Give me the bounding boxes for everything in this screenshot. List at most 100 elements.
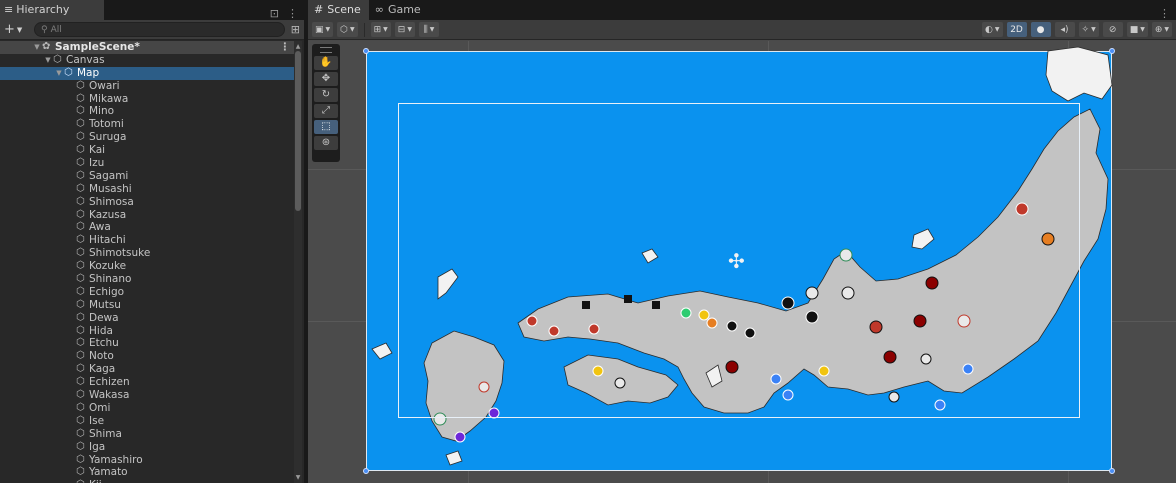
rotate-tool-button[interactable]: ↻ bbox=[314, 88, 338, 102]
hierarchy-toolbar: + ▼ ⚲ All ⊞ bbox=[0, 20, 304, 40]
tree-item-province[interactable]: ⬡ Hida bbox=[0, 325, 296, 338]
scroll-down-icon[interactable]: ▼ bbox=[294, 474, 302, 481]
tree-item-province[interactable]: ⬡Kii bbox=[0, 479, 296, 483]
tree-item-province[interactable]: ⬡ Wakasa bbox=[0, 389, 296, 402]
province-label: Mino bbox=[89, 105, 115, 118]
tool-handle-button[interactable]: ▣ ▼ bbox=[312, 22, 334, 37]
rect-handle-top-left[interactable] bbox=[363, 48, 369, 54]
hierarchy-scrollbar[interactable]: ▲ ▼ bbox=[294, 41, 302, 483]
audio-toggle[interactable]: ◂) bbox=[1054, 22, 1075, 37]
tab-scene[interactable]: # Scene bbox=[308, 0, 369, 20]
province-label: Iga bbox=[89, 440, 106, 453]
grid-snap-button[interactable]: ⊞ ▼ bbox=[370, 22, 391, 37]
tree-item-province[interactable]: ⬡ Awa bbox=[0, 221, 296, 234]
scale-tool-button[interactable]: ⤢ bbox=[314, 104, 338, 118]
tree-item-province[interactable]: ⬡ Omi bbox=[0, 402, 296, 415]
kebab-icon[interactable]: ⋮ bbox=[287, 7, 298, 20]
shading-mode-button[interactable]: ◐ ▼ bbox=[982, 22, 1003, 37]
gameobject-cube-icon: ⬡ bbox=[76, 195, 85, 207]
gameobject-cube-icon: ⬡ bbox=[76, 169, 85, 181]
tree-item-province[interactable]: ⬡ Dewa bbox=[0, 312, 296, 325]
rect-handle-top-right[interactable] bbox=[1109, 48, 1115, 54]
scene-viewport[interactable]: ✣ ✋ ✥ ↻ ⤢ ⬚ ⊛ bbox=[308, 41, 1176, 483]
camera-button[interactable]: ■ ▼ bbox=[1126, 22, 1148, 37]
tree-item-province[interactable]: ⬡ Suruga bbox=[0, 131, 296, 144]
effects-button[interactable]: ✧ ▼ bbox=[1078, 22, 1099, 37]
lock-icon[interactable]: ⊡ bbox=[270, 7, 279, 20]
expand-arrow-icon[interactable]: ▼ bbox=[43, 54, 53, 67]
gameobject-cube-icon: ⬡ bbox=[76, 427, 85, 439]
tree-item-province[interactable]: ⬡ Shima bbox=[0, 428, 296, 441]
tree-item-province[interactable]: ⬡ Mikawa bbox=[0, 93, 296, 106]
pivot-gizmo-icon[interactable]: ✣ bbox=[728, 249, 745, 273]
province-label: Hida bbox=[89, 324, 113, 337]
tree-item-province[interactable]: ⬡ Hitachi bbox=[0, 234, 296, 247]
tree-item-province[interactable]: ⬡ Mino bbox=[0, 105, 296, 118]
gameobject-cube-icon: ⬡ bbox=[76, 466, 85, 478]
gameobject-cube-icon: ⬡ bbox=[76, 157, 85, 169]
gizmos-button[interactable]: ⊕ ▼ bbox=[1151, 22, 1172, 37]
map-label: Map bbox=[77, 66, 100, 79]
gameobject-cube-icon: ⬡ bbox=[64, 66, 73, 78]
rect-tool-button[interactable]: ⬚ bbox=[314, 120, 338, 134]
tree-item-province[interactable]: ⬡ Echigo bbox=[0, 286, 296, 299]
tree-item-province[interactable]: ⬡ Mutsu bbox=[0, 299, 296, 312]
tree-item-province[interactable]: ⬡ Iga bbox=[0, 441, 296, 454]
tree-item-province[interactable]: ⬡ Totomi bbox=[0, 118, 296, 131]
align-button[interactable]: ⫼ ▼ bbox=[418, 22, 439, 37]
tree-item-province[interactable]: ⬡ Izu bbox=[0, 157, 296, 170]
palette-grip[interactable] bbox=[320, 47, 332, 53]
toggle-2d-label: 2D bbox=[1010, 24, 1023, 35]
tree-item-province[interactable]: ⬡ Yamashiro bbox=[0, 454, 296, 467]
tree-item-map[interactable]: ▼ ⬡ Map bbox=[0, 66, 296, 80]
gameobject-cube-icon: ⬡ bbox=[76, 105, 85, 117]
scroll-thumb[interactable] bbox=[295, 51, 301, 211]
province-label: Shimotsuke bbox=[89, 247, 151, 260]
tree-item-province[interactable]: ⬡ Owari bbox=[0, 80, 296, 93]
gameobject-cube-icon: ⬡ bbox=[53, 53, 62, 65]
tab-hierarchy[interactable]: ≡ Hierarchy bbox=[0, 0, 104, 20]
tree-item-canvas[interactable]: ▼ ⬡ Canvas bbox=[0, 54, 296, 67]
gameobject-cube-icon: ⬡ bbox=[76, 247, 85, 259]
tree-item-province[interactable]: ⬡ Echizen bbox=[0, 376, 296, 389]
audio-icon: ◂) bbox=[1060, 24, 1069, 35]
gameobject-cube-icon: ⬡ bbox=[76, 273, 85, 285]
tree-item-province[interactable]: ⬡ Noto bbox=[0, 350, 296, 363]
tree-item-province[interactable]: ⬡ Kai bbox=[0, 144, 296, 157]
gameobject-cube-icon: ⬡ bbox=[76, 363, 85, 375]
tree-item-province[interactable]: ⬡ Kaga bbox=[0, 363, 296, 376]
hierarchy-panel: ≡ Hierarchy ⊡ ⋮ + ▼ ⚲ All ⊞ ▼ ✿ SampleSce… bbox=[0, 0, 306, 483]
add-button[interactable]: + ▼ bbox=[4, 22, 28, 37]
tree-item-province[interactable]: ⬡ Shimotsuke bbox=[0, 247, 296, 260]
tree-item-province[interactable]: ⬡ Kozuke bbox=[0, 260, 296, 273]
rect-handle-bottom-left[interactable] bbox=[363, 468, 369, 474]
gameobject-cube-icon: ⬡ bbox=[76, 79, 85, 91]
tree-item-province[interactable]: ⬡ Etchu bbox=[0, 337, 296, 350]
search-input[interactable]: ⚲ All bbox=[34, 22, 285, 37]
expand-arrow-icon[interactable]: ▼ bbox=[32, 41, 42, 54]
move-tool-button[interactable]: ✥ bbox=[314, 72, 338, 86]
tree-item-province[interactable]: ⬡ Ise bbox=[0, 415, 296, 428]
rect-handle-bottom-right[interactable] bbox=[1109, 468, 1115, 474]
tree-item-province[interactable]: ⬡ Yamato bbox=[0, 466, 296, 479]
tool-pivot-button[interactable]: ⬡ ▼ bbox=[337, 22, 358, 37]
toggle-2d-button[interactable]: 2D bbox=[1006, 22, 1027, 37]
grid-icon: # bbox=[314, 3, 324, 16]
tab-game[interactable]: ∞ Game bbox=[369, 0, 429, 20]
hand-tool-button[interactable]: ✋ bbox=[314, 56, 338, 70]
transform-tool-button[interactable]: ⊛ bbox=[314, 136, 338, 150]
visibility-toggle[interactable]: ⊘ bbox=[1102, 22, 1123, 37]
tree-item-province[interactable]: ⬡ Shinano bbox=[0, 273, 296, 286]
snap-increment-button[interactable]: ⊟ ▼ bbox=[394, 22, 415, 37]
tree-item-province[interactable]: ⬡ Kazusa bbox=[0, 209, 296, 222]
tree-item-scene[interactable]: ▼ ✿ SampleScene* ⋮ bbox=[0, 41, 296, 54]
expand-arrow-icon[interactable]: ▼ bbox=[54, 67, 64, 80]
tree-item-province[interactable]: ⬡ Shimosa bbox=[0, 196, 296, 209]
lighting-toggle[interactable]: ● bbox=[1030, 22, 1051, 37]
gamepad-icon: ∞ bbox=[374, 3, 384, 16]
kebab-icon[interactable]: ⋮ bbox=[1159, 4, 1176, 20]
scroll-up-icon[interactable]: ▲ bbox=[294, 43, 302, 50]
tree-item-province[interactable]: ⬡ Sagami bbox=[0, 170, 296, 183]
scene-visibility-icon[interactable]: ⊞ bbox=[291, 23, 300, 36]
tree-item-province[interactable]: ⬡ Musashi bbox=[0, 183, 296, 196]
